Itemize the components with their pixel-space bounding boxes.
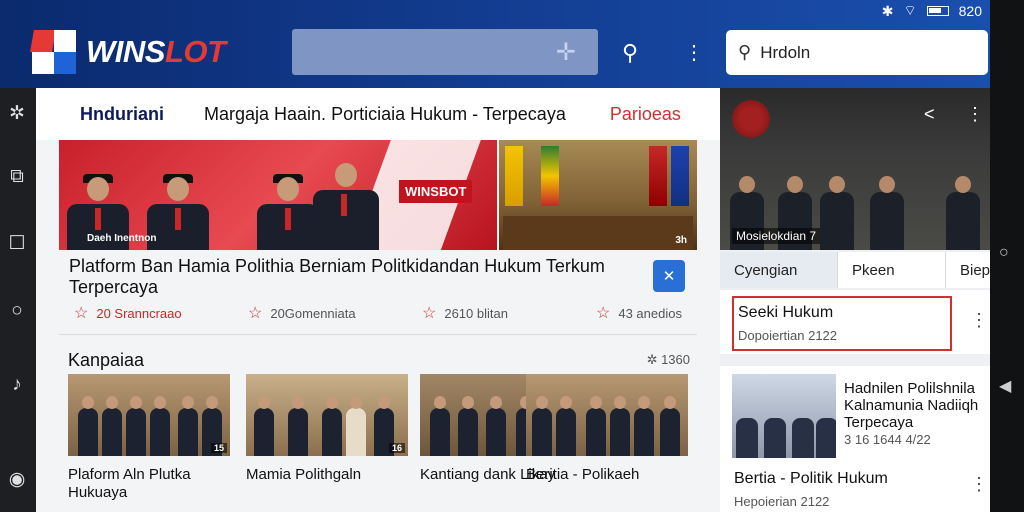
status-time: 820: [958, 3, 982, 19]
wifi-icon: ⌔: [903, 2, 917, 18]
nav-tab-home[interactable]: Hnduriani: [80, 104, 164, 125]
tab-biep[interactable]: Biep: [946, 252, 990, 288]
main-nav: Hnduriani Margaja Haain. Porticiaia Huku…: [36, 88, 720, 140]
hero-banner[interactable]: WINSBOT Daeh Inentnon 3h: [59, 140, 697, 250]
app-header: ✱ ⌔ 820 WINSLOT ✛ ⚲ ⋮ ⚲ Hrdoln: [0, 0, 990, 88]
search-icon[interactable]: ⚲: [622, 40, 638, 66]
news-title-2: Bertia - Politik Hukum: [734, 470, 888, 487]
video-player[interactable]: < ⋮ Mosielokdian 7: [720, 88, 990, 250]
thumbnail-card[interactable]: 15 Plaform Aln Plutka Hukuaya: [68, 374, 230, 502]
thumbnail-card[interactable]: Beritia - Polikaeh: [526, 374, 688, 484]
tab-pkeen[interactable]: Pkeen: [838, 252, 946, 288]
thumbnail-image: [526, 374, 688, 456]
meta-item[interactable]: ☆ 20Gomenniata: [248, 303, 422, 323]
share-icon: ✕: [662, 268, 676, 285]
search-input[interactable]: ⚲ Hrdoln: [726, 30, 988, 75]
thumbnail-grid: 15 Plaform Aln Plutka Hukuaya 16 Mamia P…: [68, 374, 688, 512]
thumbnail-image: 15: [68, 374, 230, 456]
left-rail: ✲ ⧉ ☐ ○ ♪ ◉: [0, 88, 41, 512]
item-title: Seeki Hukum: [738, 304, 834, 321]
thumbnail-caption: Mamia Polithgaln: [246, 466, 362, 483]
hero-caption: Daeh Inentnon: [87, 233, 157, 244]
star-icon: ☆: [74, 305, 89, 322]
hero-image-left: WINSBOT Daeh Inentnon: [59, 140, 497, 250]
cast-icon[interactable]: ⧉: [6, 166, 28, 188]
emblem-icon: [732, 100, 770, 138]
highlighted-list-item[interactable]: Seeki Hukum Dopoiertian 2122 ⋮: [720, 290, 990, 354]
star-icon: ☆: [596, 305, 611, 322]
kebab-menu-icon[interactable]: ⋮: [684, 40, 704, 65]
news-timestamp: 3 16 1644 4/22: [844, 432, 931, 447]
thumbnail-image: 16: [246, 374, 408, 456]
system-nav-bar: ○ ◀: [990, 0, 1024, 512]
thumbnail-caption: Plaform Aln Plutka Hukuaya: [68, 466, 191, 501]
right-tabs: Cyengian Pkeen Biep: [720, 252, 990, 288]
kebab-menu-icon[interactable]: ⋮: [970, 474, 988, 495]
news-image: [732, 374, 836, 458]
share-button[interactable]: ✕: [653, 260, 685, 292]
settings-icon[interactable]: ◉: [6, 468, 28, 491]
audio-icon[interactable]: ♪: [6, 374, 28, 396]
circle-icon[interactable]: ○: [6, 300, 28, 322]
right-panel: < ⋮ Mosielokdian 7 Cyengian Pkeen Biep S…: [720, 88, 990, 512]
item-subtitle: Dopoiertian 2122: [738, 328, 838, 343]
news-title: Hadnilen Polilshnila Kalnamunia Nadiiqh …: [844, 380, 979, 431]
logo-text: WINSLOT: [86, 34, 226, 69]
gear-icon[interactable]: ✲: [6, 102, 28, 125]
thumbnail-caption: Beritia - Polikaeh: [526, 466, 640, 483]
meta-item[interactable]: ☆ 20 Sranncraao: [74, 303, 248, 323]
header-search-field[interactable]: ✛: [292, 29, 598, 75]
brand-logo[interactable]: WINSLOT: [30, 30, 226, 74]
battery-icon: [926, 6, 949, 16]
video-caption: Mosielokdian 7: [732, 228, 821, 244]
meta-item[interactable]: ☆ 2610 blitan: [422, 303, 596, 323]
logo-mark-icon: [30, 30, 76, 74]
share-icon[interactable]: <: [924, 104, 935, 125]
gear-icon: ✲: [646, 352, 662, 367]
thumbnail-card[interactable]: 16 Mamia Polithgaln: [246, 374, 408, 484]
headline[interactable]: Platform Ban Hamia Polithia Berniam Poli…: [69, 256, 649, 298]
square-icon[interactable]: ☐: [6, 232, 28, 255]
bluetooth-icon: ✱: [881, 2, 894, 19]
search-icon: ⚲: [738, 42, 752, 62]
section-title: Kanpaiaa: [68, 350, 145, 370]
kebab-menu-icon[interactable]: ⋮: [970, 310, 988, 331]
hero-image-right: 3h: [499, 140, 697, 250]
home-icon[interactable]: ○: [999, 244, 1009, 262]
news-card[interactable]: Hadnilen Polilshnila Kalnamunia Nadiiqh …: [720, 366, 990, 512]
hero-count: 3h: [675, 235, 687, 246]
nav-tab-popular[interactable]: Parioeas: [610, 104, 681, 125]
nav-tab-title[interactable]: Margaja Haain. Porticiaia Hukum - Terpec…: [204, 104, 566, 125]
main-panel: Hnduriani Margaja Haain. Porticiaia Huku…: [36, 88, 720, 512]
star-icon: ☆: [422, 305, 437, 322]
status-bar: ✱ ⌔ 820: [881, 2, 982, 19]
divider: [59, 334, 697, 335]
tab-cyengian[interactable]: Cyengian: [720, 252, 838, 288]
meta-row: ☆ 20 Sranncraao ☆ 20Gomenniata ☆ 2610 blita…: [74, 303, 770, 323]
search-input-text: Hrdoln: [760, 42, 811, 62]
hero-brand-label: WINSBOT: [399, 180, 473, 203]
news-subtitle-2: Hepoierian 2122: [734, 494, 830, 509]
section-count: ✲ 1360: [646, 352, 690, 367]
star-icon: ☆: [248, 305, 263, 322]
back-icon[interactable]: ◀: [999, 376, 1011, 396]
add-icon[interactable]: ✛: [556, 38, 576, 67]
kebab-menu-icon[interactable]: ⋮: [966, 104, 984, 125]
